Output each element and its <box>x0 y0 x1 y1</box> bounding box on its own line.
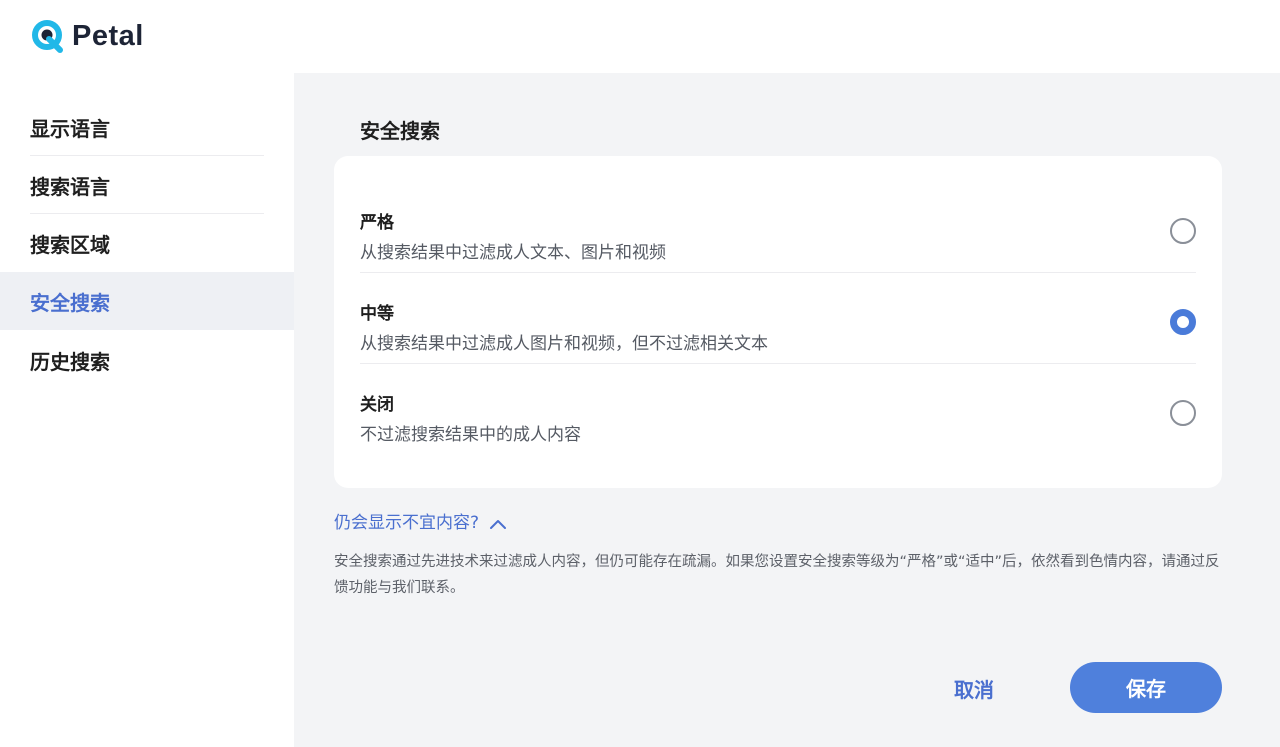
settings-sidebar: 显示语言 搜索语言 搜索区域 安全搜索 历史搜索 <box>0 73 294 747</box>
option-description: 不过滤搜索结果中的成人内容 <box>360 425 581 445</box>
petal-logo[interactable]: Petal <box>30 18 144 54</box>
moderate-radio[interactable] <box>1170 309 1196 335</box>
option-strict[interactable]: 严格 从搜索结果中过滤成人文本、图片和视频 <box>360 184 1196 275</box>
petal-logo-icon <box>30 19 64 53</box>
sidebar-item-label: 搜索区域 <box>30 232 110 257</box>
sidebar-item-label: 搜索语言 <box>30 174 110 199</box>
top-bar: Petal <box>0 0 1280 73</box>
sidebar-item-search-history[interactable]: 历史搜索 <box>0 331 294 389</box>
option-divider <box>360 363 1196 364</box>
sidebar-item-search-language[interactable]: 搜索语言 <box>0 156 294 214</box>
cancel-button[interactable]: 取消 <box>924 663 1024 713</box>
option-off[interactable]: 关闭 不过滤搜索结果中的成人内容 <box>360 366 1196 457</box>
option-divider <box>360 272 1196 273</box>
faq-toggle-label: 仍会显示不宜内容? <box>334 513 480 533</box>
faq-toggle-link[interactable]: 仍会显示不宜内容? <box>334 508 507 533</box>
page-title: 安全搜索 <box>360 119 440 143</box>
option-moderate[interactable]: 中等 从搜索结果中过滤成人图片和视频，但不过滤相关文本 <box>360 275 1196 366</box>
sidebar-item-label: 显示语言 <box>30 116 110 141</box>
sidebar-item-label: 安全搜索 <box>30 290 110 315</box>
sidebar-item-label: 历史搜索 <box>30 349 110 374</box>
safe-search-options-card: 严格 从搜索结果中过滤成人文本、图片和视频 中等 从搜索结果中过滤成人图片和视频… <box>334 156 1222 488</box>
sidebar-item-search-region[interactable]: 搜索区域 <box>0 214 294 272</box>
off-radio[interactable] <box>1170 400 1196 426</box>
petal-logo-text: Petal <box>72 19 144 52</box>
option-title: 关闭 <box>360 395 394 415</box>
strict-radio[interactable] <box>1170 218 1196 244</box>
option-description: 从搜索结果中过滤成人文本、图片和视频 <box>360 243 666 263</box>
safe-search-note: 安全搜索通过先进技术来过滤成人内容，但仍可能存在疏漏。如果您设置安全搜索等级为“… <box>334 554 1220 596</box>
sidebar-item-display-language[interactable]: 显示语言 <box>0 98 294 156</box>
option-title: 中等 <box>360 304 394 324</box>
settings-main-panel: 安全搜索 严格 从搜索结果中过滤成人文本、图片和视频 中等 从搜索结果中过滤成人… <box>294 73 1280 747</box>
save-button[interactable]: 保存 <box>1070 662 1222 713</box>
option-description: 从搜索结果中过滤成人图片和视频，但不过滤相关文本 <box>360 334 768 354</box>
option-title: 严格 <box>360 213 394 233</box>
chevron-up-icon <box>489 515 507 529</box>
sidebar-item-safe-search[interactable]: 安全搜索 <box>0 272 294 330</box>
